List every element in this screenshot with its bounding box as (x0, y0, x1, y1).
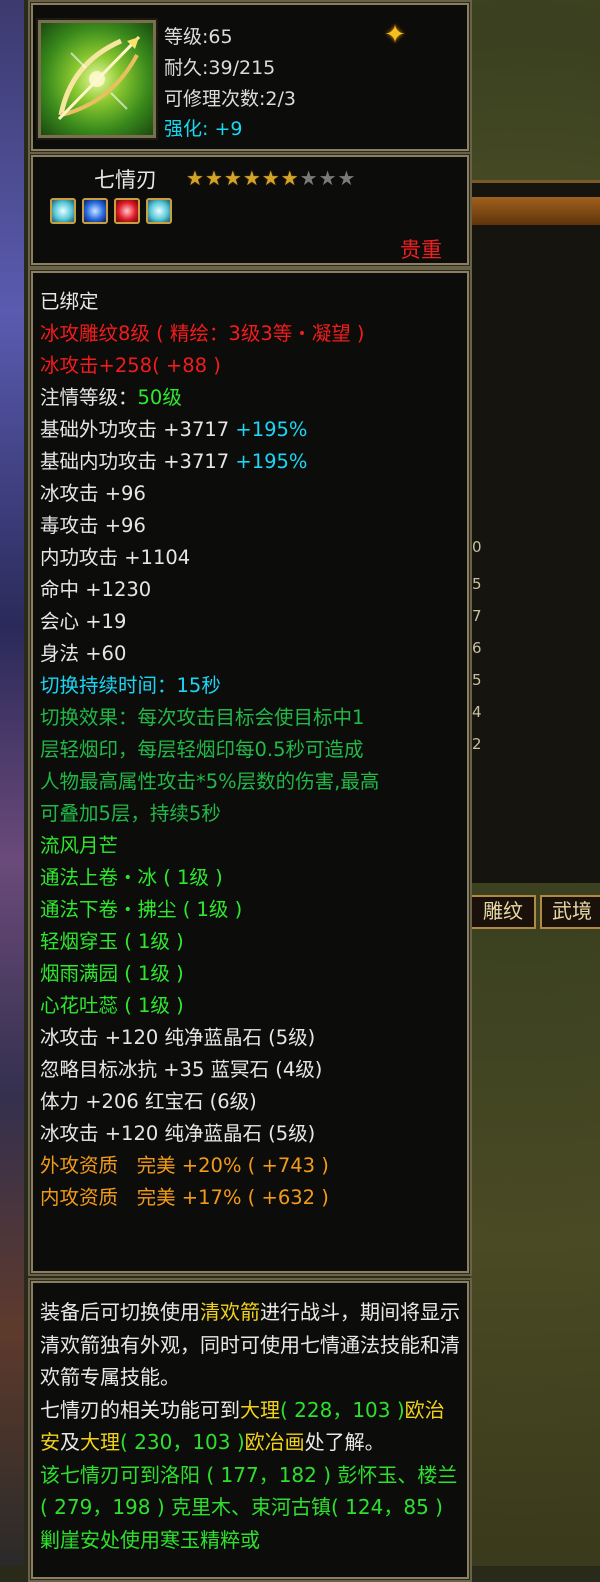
agility-stat: 身法 +60 (40, 642, 127, 665)
tab-martial-realm[interactable]: 武境 (540, 895, 600, 929)
star-filled-icon: ★ (242, 166, 262, 190)
internal-quality: 内攻资质 完美 +17% ( +632 ) (40, 1186, 329, 1209)
attribute-list: 已绑定 冰攻雕纹8级 ( 精绘：3级3等・凝望 ) 冰攻击+258( +88 )… (40, 286, 460, 1214)
right-panel-number: 0 (472, 538, 482, 556)
switch-effect-line: 层轻烟印，每层轻烟印每0.5秒可造成 (40, 738, 364, 761)
enhance-value: +9 (214, 118, 243, 140)
item-icon (38, 20, 156, 138)
tab-carving[interactable]: 雕纹 (470, 895, 536, 929)
internal-attack: 内功攻击 +1104 (40, 546, 191, 569)
coordinate-link[interactable]: ( 228，103 ) (280, 1398, 405, 1422)
base-external-attack: 基础外功攻击 +3717 +195% (40, 414, 460, 446)
base-int-label: 基础内功攻击 +3717 (40, 450, 236, 473)
crit-stat: 会心 +19 (40, 610, 127, 633)
right-panel-number: 7 (472, 607, 482, 625)
switch-effect-line: 切换效果：每次攻击目标会使目标中1 (40, 706, 365, 729)
desc-text: 处了解。 (304, 1430, 385, 1454)
item-enhance: 强化: +9 (164, 114, 242, 141)
gem-bonus-line: 冰攻击 +120 纯净蓝晶石 (5级) (40, 1122, 316, 1145)
ice-gem-icon (146, 198, 172, 224)
carve-line: 冰攻雕纹8级 ( 精绘：3级3等・凝望 ) (40, 322, 365, 345)
gem-bonus-line: 冰攻击 +120 纯净蓝晶石 (5级) (40, 1026, 316, 1049)
item-durability: 耐久:39/215 (164, 57, 276, 79)
description-paragraph-2: 七情刃的相关功能可到大理( 228，103 )欧治安及大理( 230，103 )… (40, 1394, 462, 1459)
right-panel-number: 5 (472, 671, 482, 689)
item-header-panel: 等级:65 耐久:39/215 可修理次数:2/3 强化: +9 ✦ (28, 0, 472, 154)
devotion-label: 注情等级： (40, 386, 138, 409)
base-ext-label: 基础外功攻击 +3717 (40, 418, 236, 441)
left-character-panel-fragment (0, 0, 24, 1566)
right-panel-header-band (470, 197, 600, 225)
devotion-value: 50级 (137, 386, 182, 409)
description-paragraph-1: 装备后可切换使用清欢箭进行战斗，期间将显示清欢箭独有外观，同时可使用七情通法技能… (40, 1296, 462, 1394)
item-description-panel: 装备后可切换使用清欢箭进行战斗，期间将显示清欢箭独有外观，同时可使用七情通法技能… (28, 1278, 472, 1582)
desc-text: 七情刃的相关功能可到 (40, 1397, 240, 1422)
star-empty-icon: ★ (318, 166, 338, 190)
skill-line: 通法上卷・冰 ( 1级 ) (40, 866, 223, 889)
location-link[interactable]: 大理 (80, 1430, 120, 1454)
npc-link[interactable]: 欧冶画 (245, 1430, 305, 1454)
item-name: 七情刃 (94, 168, 157, 192)
item-attributes-panel: 已绑定 冰攻雕纹8级 ( 精绘：3级3等・凝望 ) 冰攻击+258( +88 )… (28, 268, 472, 1276)
base-internal-attack: 基础内功攻击 +3717 +195% (40, 446, 460, 478)
base-ext-pct: +195% (235, 418, 308, 441)
switch-duration: 切换持续时间：15秒 (40, 674, 221, 697)
devotion-line: 注情等级：50级 (40, 382, 460, 414)
star-empty-icon: ★ (299, 166, 319, 190)
desc-text: 装备后可切换使用 (40, 1300, 200, 1324)
flame-badge-icon: ✦ (384, 20, 406, 50)
desc-text: 及 (60, 1430, 80, 1454)
ice-attack: 冰攻击 +96 (40, 482, 146, 505)
item-name-panel: 七情刃 ★★★★★★★★★ 贵重 (28, 152, 472, 268)
gem-slots (50, 198, 172, 224)
star-filled-icon: ★ (204, 166, 224, 190)
star-filled-icon: ★ (223, 166, 243, 190)
star-filled-icon: ★ (186, 166, 205, 190)
external-quality: 外攻资质 完美 +20% ( +743 ) (40, 1154, 329, 1177)
skill-line: 心花吐蕊 ( 1级 ) (40, 994, 184, 1017)
item-level: 等级:65 (164, 26, 233, 48)
description-text: 装备后可切换使用清欢箭进行战斗，期间将显示清欢箭独有外观，同时可使用七情通法技能… (40, 1296, 462, 1556)
star-filled-icon: ★ (261, 166, 281, 190)
carve-bonus-extra: ( +88 ) (152, 354, 221, 377)
star-rating: ★★★★★★★★★ (186, 166, 356, 190)
right-stats-panel-fragment: 0 5 7 6 5 4 2 (470, 180, 600, 883)
skill-line: 流风月芒 (40, 834, 119, 857)
item-repair-count: 可修理次数:2/3 (164, 88, 296, 110)
right-panel-number: 2 (472, 735, 482, 753)
switch-effect-line: 人物最高属性攻击*5%层数的伤害,最高 (40, 770, 380, 793)
bow-weapon-icon (57, 35, 141, 121)
desc-highlight-arrow: 清欢箭 (200, 1300, 260, 1324)
right-panel-number: 6 (472, 639, 482, 657)
star-filled-icon: ★ (280, 166, 300, 190)
right-panel-number: 4 (472, 703, 482, 721)
enhance-label: 强化: (164, 118, 215, 140)
star-empty-icon: ★ (337, 166, 357, 190)
location-link[interactable]: 大理 (240, 1398, 280, 1422)
right-panel-number: 5 (472, 575, 482, 593)
carve-bonus-label: 冰攻击+258 (40, 354, 153, 377)
skill-line: 通法下卷・拂尘 ( 1级 ) (40, 898, 243, 921)
hit-stat: 命中 +1230 (40, 578, 152, 601)
gem-bonus-line: 忽略目标冰抗 +35 蓝冥石 (4级) (40, 1058, 323, 1081)
carve-bonus-line: 冰攻击+258( +88 ) (40, 350, 460, 382)
skill-line: 轻烟穿玉 ( 1级 ) (40, 930, 184, 953)
ice-gem-icon (50, 198, 76, 224)
skill-line: 烟雨满园 ( 1级 ) (40, 962, 184, 985)
gem-bonus-line: 体力 +206 红宝石 (6级) (40, 1090, 257, 1113)
blue-gem-icon (82, 198, 108, 224)
bound-status: 已绑定 (40, 290, 99, 313)
rarity-label: 贵重 (400, 238, 442, 262)
description-paragraph-3: 该七情刃可到洛阳 ( 177，182 ) 彭怀玉、楼兰 ( 279，198 ) … (40, 1462, 458, 1552)
base-int-pct: +195% (235, 450, 308, 473)
coordinate-link[interactable]: ( 230，103 ) (120, 1430, 245, 1454)
switch-effect-line: 可叠加5层，持续5秒 (40, 802, 221, 825)
poison-attack: 毒攻击 +96 (40, 514, 146, 537)
red-gem-icon (114, 198, 140, 224)
